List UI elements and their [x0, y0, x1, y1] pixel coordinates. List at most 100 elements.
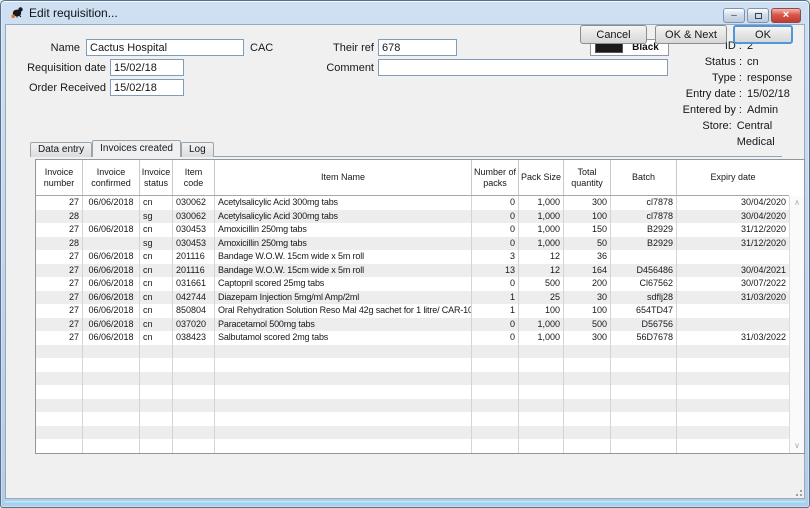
cell: [611, 372, 677, 386]
cell: cn: [140, 331, 173, 345]
cell: 1,000: [519, 210, 564, 224]
tab-invoices-created[interactable]: Invoices created: [92, 140, 181, 157]
cell: 030062: [173, 196, 215, 210]
minimize-button[interactable]: –: [723, 8, 745, 23]
cell: [564, 385, 611, 399]
ok-button[interactable]: OK: [733, 25, 793, 44]
cell: [519, 345, 564, 359]
table-row[interactable]: [36, 412, 789, 426]
cell: [519, 439, 564, 453]
table-row[interactable]: [36, 426, 789, 440]
scroll-down-icon[interactable]: ∨: [794, 439, 800, 453]
edit-requisition-window: Edit requisition... – × Name CAC Their r…: [0, 0, 810, 508]
column-header-0[interactable]: Invoice number: [36, 160, 83, 195]
tab-data-entry[interactable]: Data entry: [30, 142, 92, 157]
order-received-input[interactable]: [110, 79, 184, 96]
table-row[interactable]: 2706/06/2018cn201116Bandage W.O.W. 15cm …: [36, 264, 789, 278]
tab-log[interactable]: Log: [181, 142, 214, 157]
name-input[interactable]: [86, 39, 244, 56]
cell: [173, 372, 215, 386]
table-row[interactable]: 2706/06/2018cn031661Captopril scored 25m…: [36, 277, 789, 291]
cell: 31/03/2020: [677, 291, 789, 305]
table-row[interactable]: 2706/06/2018cn850804Oral Rehydration Sol…: [36, 304, 789, 318]
table-row[interactable]: [36, 372, 789, 386]
table-row[interactable]: [36, 385, 789, 399]
table-row[interactable]: 2706/06/2018cn201116Bandage W.O.W. 15cm …: [36, 250, 789, 264]
cell: Bandage W.O.W. 15cm wide x 5m roll: [215, 264, 472, 278]
cell: Acetylsalicylic Acid 300mg tabs: [215, 210, 472, 224]
maximize-button[interactable]: [747, 8, 769, 23]
cell: 500: [519, 277, 564, 291]
cell: [564, 426, 611, 440]
cell: [519, 372, 564, 386]
resize-grip[interactable]: [792, 486, 802, 496]
column-header-8[interactable]: Batch: [611, 160, 677, 195]
table-header-row: Invoice numberInvoice confirmedInvoice s…: [36, 160, 789, 196]
ok-next-button[interactable]: OK & Next: [655, 25, 727, 44]
table-row[interactable]: 28sg030453Amoxicillin 250mg tabs01,00050…: [36, 237, 789, 251]
table-row[interactable]: 2706/06/2018cn042744Diazepam Injection 5…: [36, 291, 789, 305]
cell: [215, 385, 472, 399]
requisition-date-input[interactable]: [110, 59, 184, 76]
cell: 50: [564, 237, 611, 251]
column-header-3[interactable]: Item code: [173, 160, 215, 195]
cell: 1,000: [519, 223, 564, 237]
cell: B2929: [611, 223, 677, 237]
table-row[interactable]: [36, 399, 789, 413]
cell: [519, 399, 564, 413]
cell: cn: [140, 318, 173, 332]
table-row[interactable]: 28sg030062Acetylsalicylic Acid 300mg tab…: [36, 210, 789, 224]
column-header-6[interactable]: Pack Size: [519, 160, 564, 195]
status-value: cn: [747, 54, 759, 70]
cancel-button[interactable]: Cancel: [580, 25, 647, 44]
column-header-2[interactable]: Invoice status: [140, 160, 173, 195]
cell: [83, 385, 140, 399]
cell: [472, 358, 519, 372]
table-row[interactable]: 2706/06/2018cn030062Acetylsalicylic Acid…: [36, 196, 789, 210]
cell: [215, 412, 472, 426]
cell: sdflj28: [611, 291, 677, 305]
table-row[interactable]: [36, 345, 789, 359]
cell: [36, 345, 83, 359]
cell: [140, 345, 173, 359]
column-header-9[interactable]: Expiry date: [677, 160, 789, 195]
type-value: response: [747, 70, 792, 86]
cell: 1: [472, 304, 519, 318]
close-button[interactable]: ×: [771, 8, 801, 23]
close-icon: ×: [783, 10, 789, 21]
cell: [611, 385, 677, 399]
their-ref-input[interactable]: [378, 39, 457, 56]
scroll-up-icon[interactable]: ∧: [794, 196, 800, 210]
info-status: Status :cn: [590, 54, 808, 70]
cell: 12: [519, 250, 564, 264]
column-header-7[interactable]: Total quantity: [564, 160, 611, 195]
table-row[interactable]: 2706/06/2018cn038423Salbutamol scored 2m…: [36, 331, 789, 345]
cell: [140, 439, 173, 453]
table-row[interactable]: 2706/06/2018cn037020Paracetamol 500mg ta…: [36, 318, 789, 332]
cell: 31/12/2020: [677, 237, 789, 251]
cell: [215, 358, 472, 372]
cell: 850804: [173, 304, 215, 318]
cell: [677, 345, 789, 359]
cell: D456486: [611, 264, 677, 278]
cell: Paracetamol 500mg tabs: [215, 318, 472, 332]
column-header-5[interactable]: Number of packs: [472, 160, 519, 195]
cell: [83, 399, 140, 413]
table-row[interactable]: 2706/06/2018cn030453Amoxicillin 250mg ta…: [36, 223, 789, 237]
column-header-4[interactable]: Item Name: [215, 160, 472, 195]
cell: [83, 237, 140, 251]
table-scrollbar[interactable]: ∧ ∨: [789, 196, 804, 453]
column-header-1[interactable]: Invoice confirmed: [83, 160, 140, 195]
invoices-table: Invoice numberInvoice confirmedInvoice s…: [35, 159, 805, 454]
cell: 030062: [173, 210, 215, 224]
cell: 06/06/2018: [83, 250, 140, 264]
cell: sg: [140, 237, 173, 251]
cell: 27: [36, 291, 83, 305]
cell: 06/06/2018: [83, 291, 140, 305]
cell: Oral Rehydration Solution Reso Mal 42g s…: [215, 304, 472, 318]
cell: [36, 426, 83, 440]
title-bar[interactable]: Edit requisition... – ×: [1, 1, 809, 24]
table-row[interactable]: [36, 358, 789, 372]
table-row[interactable]: [36, 439, 789, 453]
cell: 06/06/2018: [83, 304, 140, 318]
